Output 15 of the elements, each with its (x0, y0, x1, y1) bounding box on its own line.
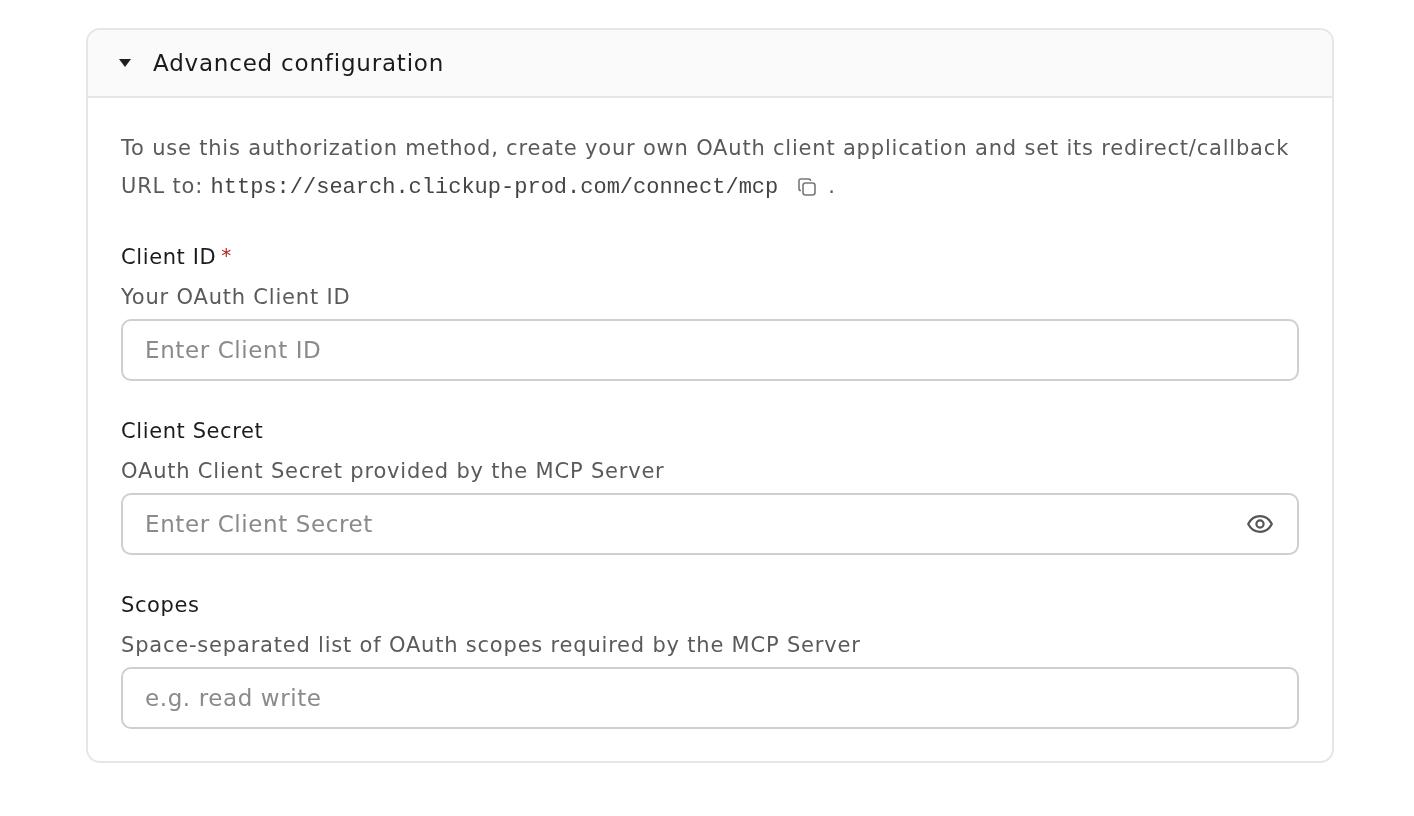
password-field[interactable]: Enter Client Secret (121, 493, 1299, 555)
field-description: Your OAuth Client ID (121, 284, 352, 311)
field-label: Client ID (121, 245, 217, 269)
copy-icon[interactable] (798, 178, 817, 196)
input-field[interactable]: e.g. read write (121, 667, 1299, 729)
input-field[interactable]: Enter Client ID (121, 319, 1299, 381)
field-description: OAuth Client Secret provided by the MCP Server (121, 458, 666, 485)
field-label: Client Secret (121, 419, 264, 443)
eye-icon[interactable] (1247, 515, 1273, 533)
field-label: Scopes (121, 593, 200, 617)
required-mark: * (221, 243, 232, 267)
caret-icon[interactable] (119, 59, 131, 67)
disclosure-header[interactable]: Advanced configuration (88, 30, 1332, 98)
instruction-text: To use this authorization method, create your own OAuth client application and set its redirect/callback URL to: https://search.clickup-prod.com/connect/mcp . (121, 135, 1291, 202)
field-description: Space-separated list of OAuth scopes required by the MCP Server (121, 632, 862, 659)
